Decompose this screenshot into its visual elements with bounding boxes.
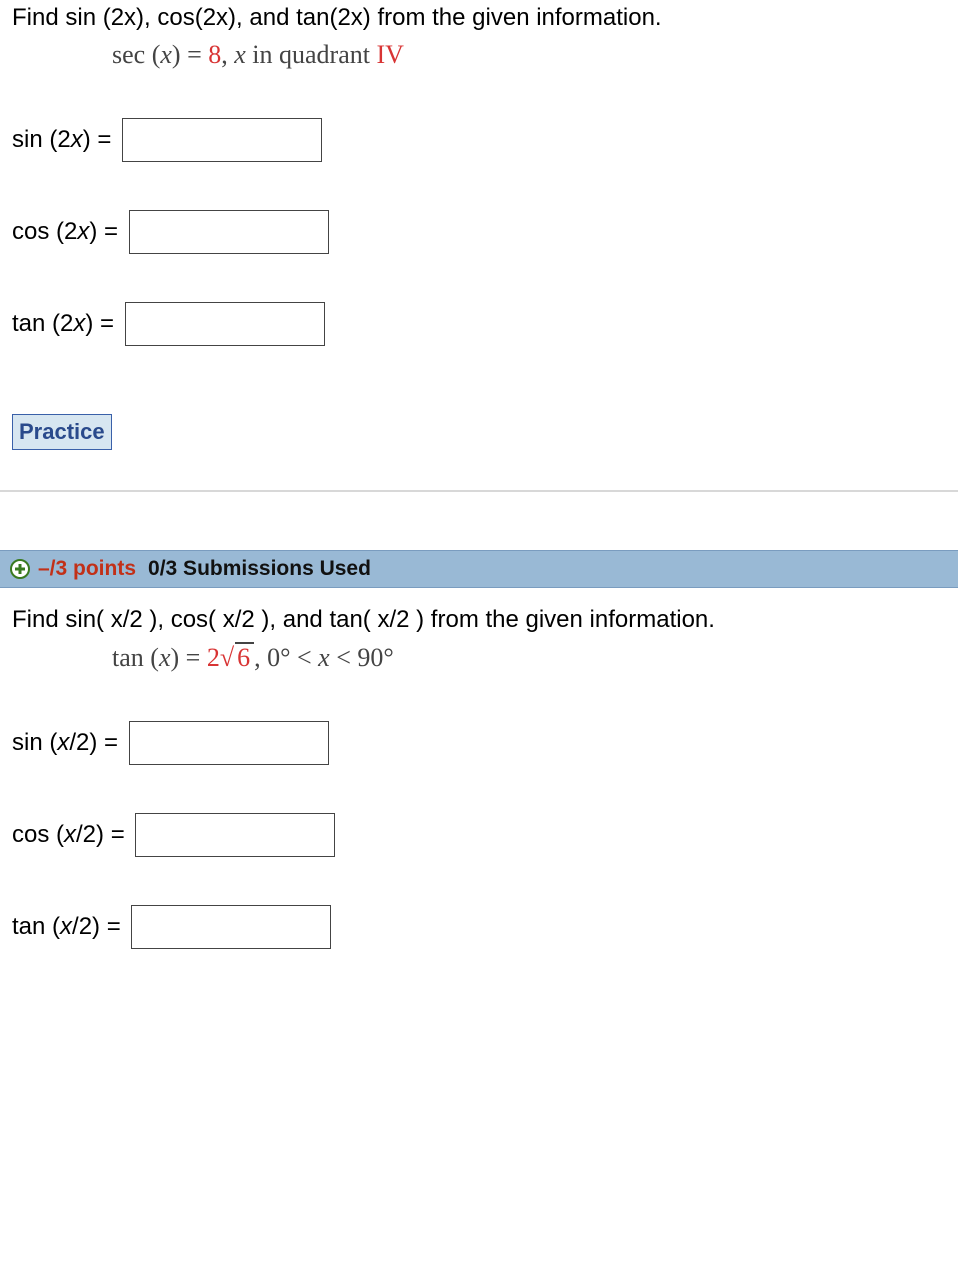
sin-half-input[interactable] (129, 721, 329, 765)
answer-label: sin (2x) = (12, 126, 118, 154)
quadrant-value: IV (376, 40, 403, 69)
answer-row-cos2x: cos (2x) = (12, 210, 946, 254)
problem-1-given: sec (x) = 8, x in quadrant IV (112, 40, 946, 70)
section-divider (0, 490, 958, 492)
variable-x: x (160, 40, 172, 69)
answer-row-tan-half: tan (x/2) = (12, 905, 946, 949)
sin-2x-input[interactable] (122, 118, 322, 162)
answer-row-cos-half: cos (x/2) = (12, 813, 946, 857)
question-header: –/3 points 0/3 Submissions Used (0, 550, 958, 588)
tan-2x-input[interactable] (125, 302, 325, 346)
given-value: 2√6 (207, 643, 254, 672)
cos-2x-input[interactable] (129, 210, 329, 254)
variable-x: x (159, 643, 171, 672)
problem-2: Find sin( x/2 ), cos( x/2 ), and tan( x/… (0, 602, 958, 1001)
problem-2-given: tan (x) = 2√6, 0° < x < 90° (112, 642, 946, 673)
given-function: tan (112, 643, 144, 672)
tan-half-input[interactable] (131, 905, 331, 949)
answer-label: tan (x/2) = (12, 913, 127, 941)
answer-row-sin2x: sin (2x) = (12, 118, 946, 162)
problem-1: Find sin (2x), cos(2x), and tan(2x) from… (0, 0, 958, 462)
answer-label: cos (x/2) = (12, 821, 131, 849)
submissions-label: 0/3 Submissions Used (148, 557, 371, 581)
given-value: 8 (208, 40, 221, 69)
variable-x: x (234, 40, 246, 69)
answer-label: sin (x/2) = (12, 729, 125, 757)
given-function: sec (112, 40, 145, 69)
answer-label: tan (2x) = (12, 310, 121, 338)
points-label: –/3 points (38, 557, 136, 581)
answer-label: cos (2x) = (12, 218, 125, 246)
cos-half-input[interactable] (135, 813, 335, 857)
answer-row-tan2x: tan (2x) = (12, 302, 946, 346)
problem-2-prompt: Find sin( x/2 ), cos( x/2 ), and tan( x/… (12, 606, 946, 634)
problem-1-prompt: Find sin (2x), cos(2x), and tan(2x) from… (12, 4, 946, 32)
variable-x: x (318, 643, 330, 672)
answer-row-sin-half: sin (x/2) = (12, 721, 946, 765)
practice-button[interactable]: Practice (12, 414, 112, 450)
expand-icon[interactable] (10, 559, 30, 579)
